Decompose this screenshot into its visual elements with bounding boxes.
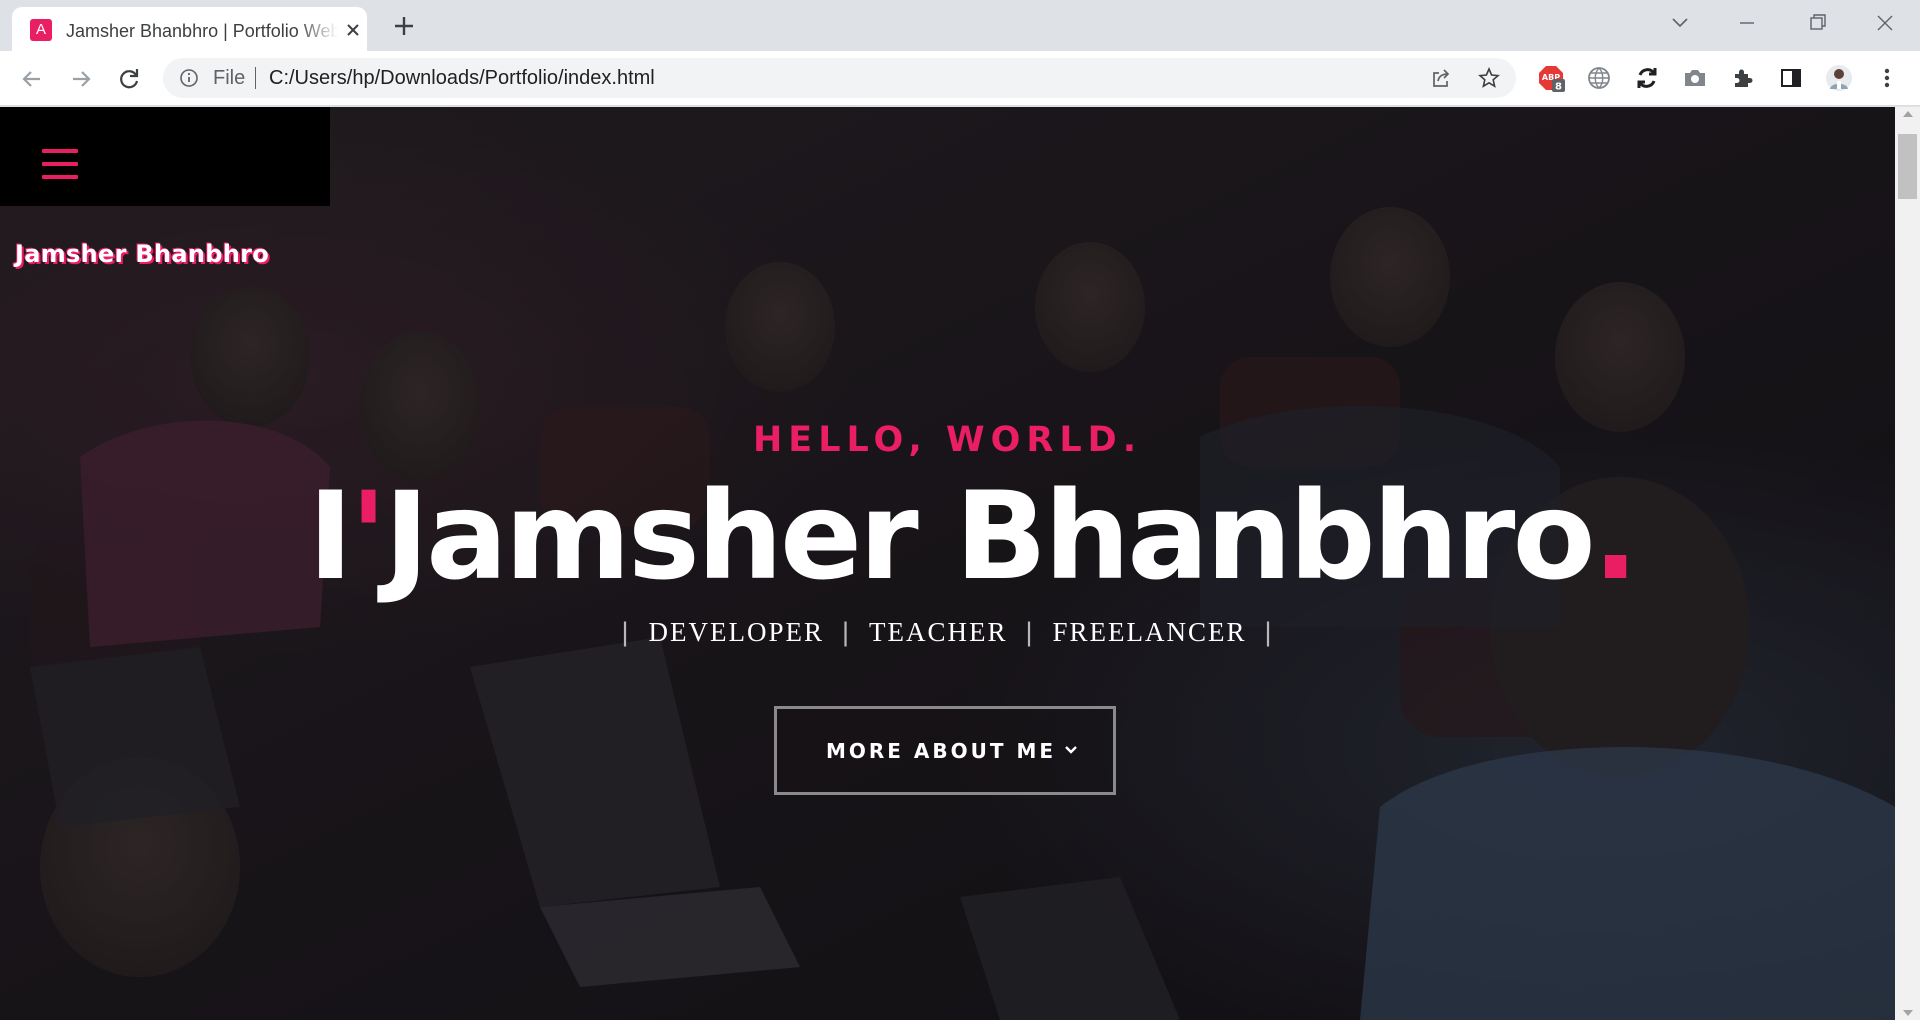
- url-divider: [255, 67, 256, 89]
- role-separator: |: [1264, 617, 1274, 647]
- back-icon[interactable]: [17, 64, 47, 94]
- more-about-me-button[interactable]: MORE ABOUT ME: [774, 706, 1116, 795]
- camera-icon[interactable]: [1681, 64, 1709, 92]
- tab-title: Jamsher Bhanbhro | Portfolio Website: [66, 21, 338, 41]
- url-text[interactable]: C:/Users/hp/Downloads/Portfolio/index.ht…: [269, 67, 655, 89]
- forward-icon[interactable]: [66, 64, 96, 94]
- reload-icon[interactable]: [114, 64, 144, 94]
- chevron-down-icon: [1065, 746, 1077, 754]
- bookmark-star-icon[interactable]: [1478, 67, 1500, 89]
- page-viewport: Jamsher Bhanbhro HELLO, WORLD. I'Jamsher…: [0, 107, 1895, 1020]
- hero-heading-dot: .: [1592, 466, 1639, 607]
- role-separator: |: [1025, 617, 1035, 647]
- side-panel-icon[interactable]: [1777, 64, 1805, 92]
- address-bar[interactable]: File C:/Users/hp/Downloads/Portfolio/ind…: [163, 58, 1516, 98]
- minimize-icon[interactable]: [1727, 8, 1767, 38]
- extensions-puzzle-icon[interactable]: [1729, 64, 1757, 92]
- adblock-icon[interactable]: ABP 8: [1537, 64, 1565, 92]
- adblock-badge: 8: [1555, 82, 1562, 93]
- hero-heading-prefix: I: [308, 466, 353, 607]
- close-tab-icon[interactable]: [342, 19, 364, 41]
- globe-icon[interactable]: [1585, 64, 1613, 92]
- role-separator: |: [841, 617, 851, 647]
- role-teacher: TEACHER: [868, 617, 1008, 647]
- role-developer: DEVELOPER: [648, 617, 824, 647]
- hero-roles: | DEVELOPER | TEACHER | FREELANCER |: [0, 617, 1895, 648]
- browser-toolbar: File C:/Users/hp/Downloads/Portfolio/ind…: [0, 51, 1920, 106]
- role-freelancer: FREELANCER: [1052, 617, 1247, 647]
- restore-icon[interactable]: [1797, 8, 1837, 38]
- scroll-up-arrow-icon[interactable]: [1903, 111, 1913, 117]
- hero-heading: I'Jamsher Bhanbhro.: [308, 462, 1639, 612]
- more-about-me-label: MORE ABOUT ME: [826, 739, 1057, 763]
- active-tab[interactable]: A Jamsher Bhanbhro | Portfolio Website: [12, 7, 367, 51]
- share-icon[interactable]: [1430, 67, 1452, 89]
- hero-heading-name: Jamsher Bhanbhro: [384, 466, 1595, 607]
- info-icon[interactable]: [179, 68, 199, 88]
- url-scheme-label: File: [213, 67, 246, 89]
- sync-extension-icon[interactable]: [1633, 64, 1661, 92]
- hero-section: HELLO, WORLD. I'Jamsher Bhanbhro. | DEVEL…: [0, 107, 1895, 1020]
- tab-strip: A Jamsher Bhanbhro | Portfolio Website: [0, 0, 1920, 51]
- page-scrollbar[interactable]: [1895, 107, 1920, 1020]
- hero-heading-apostrophe: ': [350, 466, 387, 607]
- role-separator: |: [621, 617, 631, 647]
- tab-search-icon[interactable]: [1660, 8, 1700, 38]
- close-window-icon[interactable]: [1865, 8, 1905, 38]
- scroll-down-arrow-icon[interactable]: [1903, 1010, 1913, 1016]
- hero-kicker: HELLO, WORLD.: [753, 420, 1142, 460]
- scrollbar-thumb[interactable]: [1898, 134, 1917, 199]
- favicon-icon: A: [30, 19, 52, 41]
- browser-menu-icon[interactable]: [1873, 64, 1901, 92]
- new-tab-icon[interactable]: [390, 12, 418, 40]
- profile-avatar-icon[interactable]: [1825, 64, 1853, 92]
